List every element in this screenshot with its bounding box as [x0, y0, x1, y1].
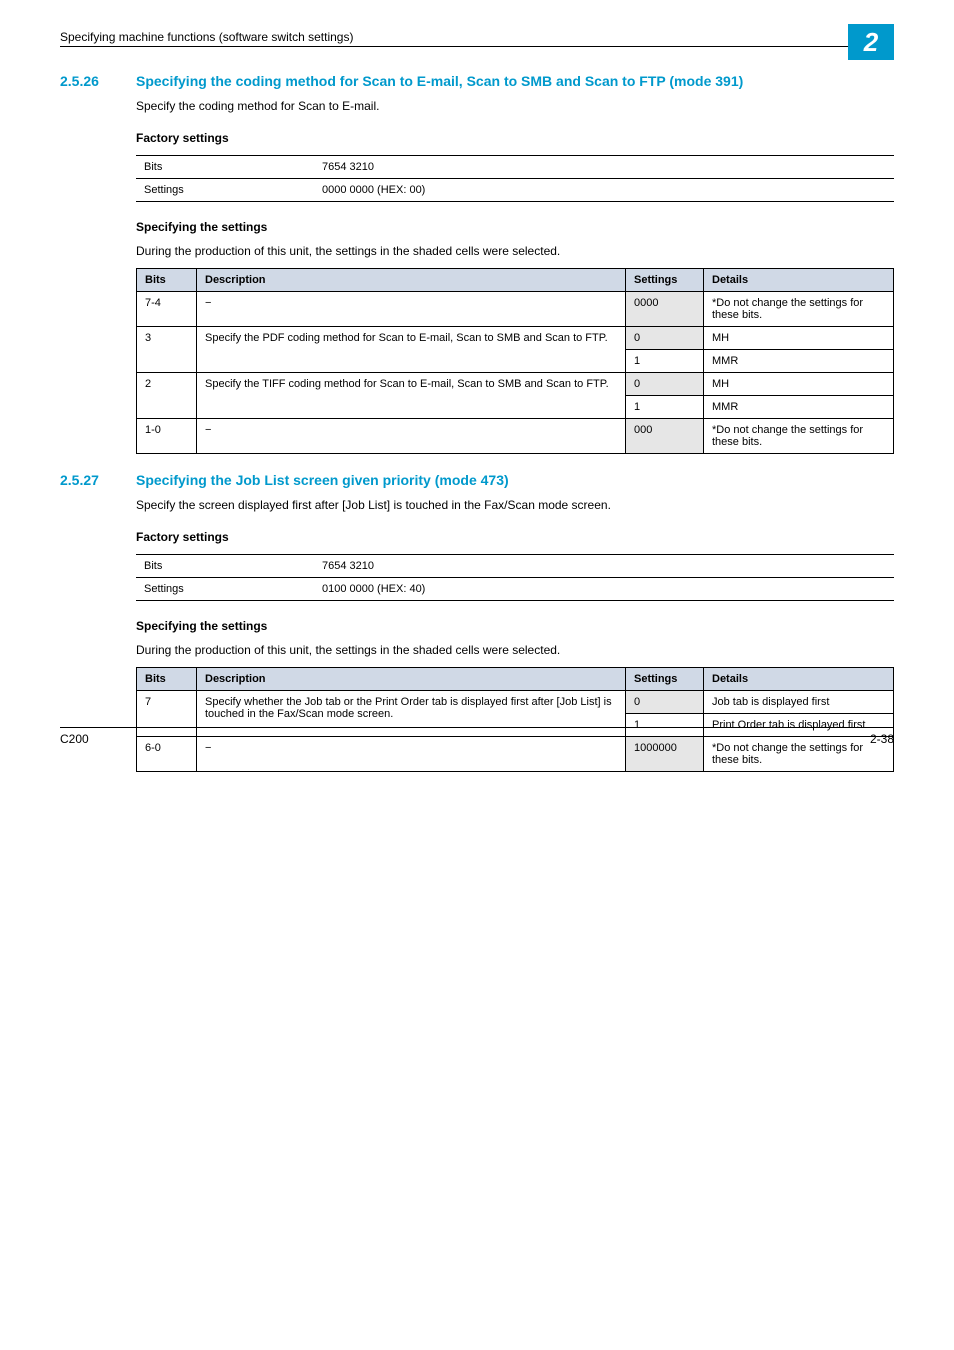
breadcrumb: Specifying machine functions (software s… — [60, 30, 353, 44]
bits-value: 7654 3210 — [314, 156, 894, 179]
details-cell: MMR — [704, 350, 894, 373]
page-footer: C200 2-38 — [60, 727, 894, 746]
bits-cell: 2 — [137, 373, 197, 419]
section-number: 2.5.27 — [60, 472, 136, 488]
col-header-bits: Bits — [137, 668, 197, 691]
desc-cell: − — [197, 419, 626, 454]
table-header-row: Bits Description Settings Details — [137, 269, 894, 292]
section-title: Specifying the coding method for Scan to… — [136, 73, 894, 89]
bits-label: Bits — [136, 555, 314, 578]
details-cell: Job tab is displayed first — [704, 691, 894, 714]
table-header-row: Bits Description Settings Details — [137, 668, 894, 691]
bits-cell: 1-0 — [137, 419, 197, 454]
settings-cell: 0 — [626, 373, 704, 396]
specifying-settings-heading: Specifying the settings — [136, 619, 894, 633]
settings-cell: 1 — [626, 350, 704, 373]
settings-value: 0000 0000 (HEX: 00) — [314, 179, 894, 202]
table-row: 1-0 − 000 *Do not change the settings fo… — [137, 419, 894, 454]
table-row: Settings 0100 0000 (HEX: 40) — [136, 578, 894, 601]
col-header-description: Description — [197, 269, 626, 292]
specifying-settings-intro: During the production of this unit, the … — [136, 643, 894, 657]
desc-cell: − — [197, 292, 626, 327]
table-row: 2 Specify the TIFF coding method for Sca… — [137, 373, 894, 396]
settings-cell: 000 — [626, 419, 704, 454]
factory-settings-table-473: Bits 7654 3210 Settings 0100 0000 (HEX: … — [136, 554, 894, 601]
factory-settings-table-391: Bits 7654 3210 Settings 0000 0000 (HEX: … — [136, 155, 894, 202]
desc-cell: Specify the PDF coding method for Scan t… — [197, 327, 626, 373]
bits-cell: 3 — [137, 327, 197, 373]
section-2527-heading: 2.5.27 Specifying the Job List screen gi… — [60, 472, 894, 488]
settings-table-473: Bits Description Settings Details 7 Spec… — [136, 667, 894, 772]
settings-cell: 0 — [626, 327, 704, 350]
section-title: Specifying the Job List screen given pri… — [136, 472, 894, 488]
section-2526-intro: Specify the coding method for Scan to E-… — [136, 99, 894, 113]
chapter-number-badge: 2 — [848, 24, 894, 60]
settings-value: 0100 0000 (HEX: 40) — [314, 578, 894, 601]
specifying-settings-heading: Specifying the settings — [136, 220, 894, 234]
footer-page-number: 2-38 — [870, 732, 894, 746]
table-row: 7 Specify whether the Job tab or the Pri… — [137, 691, 894, 714]
details-cell: MH — [704, 373, 894, 396]
table-row: 3 Specify the PDF coding method for Scan… — [137, 327, 894, 350]
bits-label: Bits — [136, 156, 314, 179]
section-2526-heading: 2.5.26 Specifying the coding method for … — [60, 73, 894, 89]
specifying-settings-intro: During the production of this unit, the … — [136, 244, 894, 258]
col-header-details: Details — [704, 269, 894, 292]
details-cell: *Do not change the settings for these bi… — [704, 292, 894, 327]
col-header-details: Details — [704, 668, 894, 691]
table-row: Settings 0000 0000 (HEX: 00) — [136, 179, 894, 202]
details-cell: MH — [704, 327, 894, 350]
settings-cell: 1 — [626, 396, 704, 419]
col-header-bits: Bits — [137, 269, 197, 292]
col-header-settings: Settings — [626, 668, 704, 691]
bits-value: 7654 3210 — [314, 555, 894, 578]
details-cell: *Do not change the settings for these bi… — [704, 419, 894, 454]
section-2527-intro: Specify the screen displayed first after… — [136, 498, 894, 512]
settings-label: Settings — [136, 179, 314, 202]
col-header-settings: Settings — [626, 269, 704, 292]
factory-settings-heading: Factory settings — [136, 530, 894, 544]
settings-cell: 0000 — [626, 292, 704, 327]
desc-cell: Specify the TIFF coding method for Scan … — [197, 373, 626, 419]
details-cell: MMR — [704, 396, 894, 419]
bits-cell: 7-4 — [137, 292, 197, 327]
settings-cell: 0 — [626, 691, 704, 714]
col-header-description: Description — [197, 668, 626, 691]
settings-label: Settings — [136, 578, 314, 601]
factory-settings-heading: Factory settings — [136, 131, 894, 145]
section-number: 2.5.26 — [60, 73, 136, 89]
table-row: Bits 7654 3210 — [136, 555, 894, 578]
footer-model: C200 — [60, 732, 89, 746]
table-row: 7-4 − 0000 *Do not change the settings f… — [137, 292, 894, 327]
table-row: Bits 7654 3210 — [136, 156, 894, 179]
settings-table-391: Bits Description Settings Details 7-4 − … — [136, 268, 894, 454]
